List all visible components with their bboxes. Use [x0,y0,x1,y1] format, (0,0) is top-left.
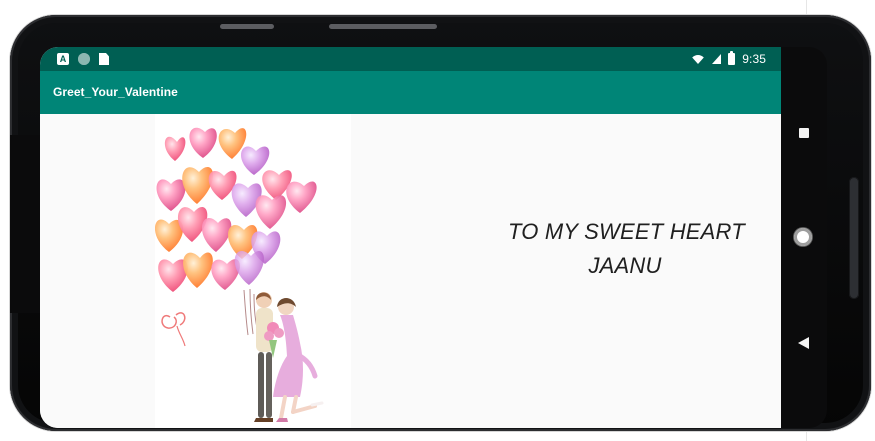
status-left-icons: A [57,52,109,66]
valentine-message: TO MY SWEET HEART JAANU [508,215,745,283]
phone-frame: A 9:35 Greet_Your_Valentine TO MY SWEET … [10,15,871,431]
message-line: JAANU [588,253,662,278]
page-root: A 9:35 Greet_Your_Valentine TO MY SWEET … [0,0,875,441]
sd-card-icon [99,53,109,65]
top-button [220,24,274,29]
valentine-image [155,114,351,428]
recent-apps-icon[interactable] [799,128,809,138]
app-title: Greet_Your_Valentine [53,85,178,99]
circle-icon [78,53,90,65]
app-bar: Greet_Your_Valentine [40,71,781,114]
status-right-icons: 9:35 [691,51,766,67]
main-content: TO MY SWEET HEART JAANU [40,114,781,428]
a-icon: A [57,53,69,65]
app-screen: A 9:35 Greet_Your_Valentine TO MY SWEET … [40,47,781,428]
status-bar: A 9:35 [40,47,781,71]
side-speaker [849,177,859,299]
back-icon[interactable] [798,337,809,349]
message-line: TO MY SWEET HEART [508,219,745,244]
signal-icon [711,53,722,65]
battery-icon [728,51,736,65]
status-time: 9:35 [742,52,766,66]
home-icon[interactable] [794,228,812,246]
top-button [329,24,437,29]
wifi-icon [691,53,705,65]
